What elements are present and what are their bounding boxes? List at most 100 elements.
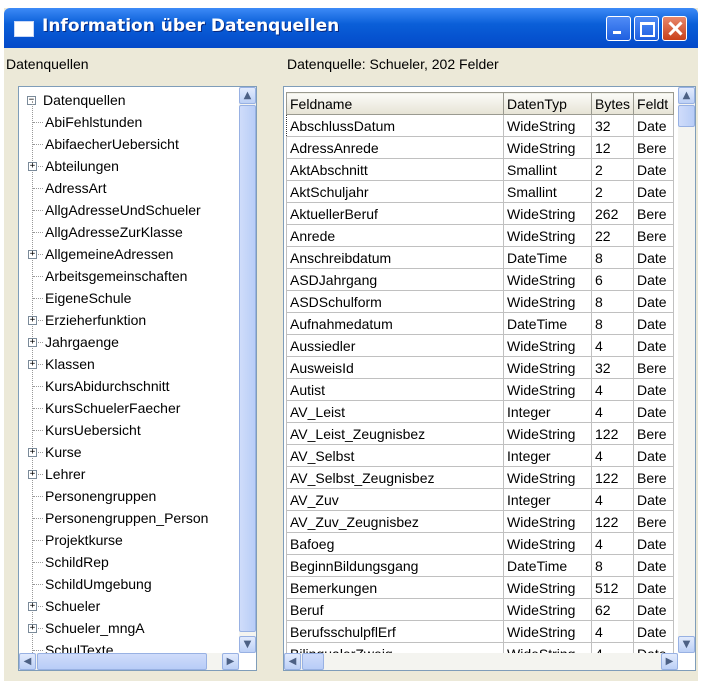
tree-horizontal-scrollbar[interactable]: ◀ ▶ [19,653,239,670]
table-row[interactable]: AV_Leist_Zeugnisbez WideString 122 Bere [286,422,675,445]
table-row[interactable]: Autist WideString 4 Date [286,378,675,401]
cell-feldtyp[interactable]: Date [633,268,675,291]
table-row[interactable]: BerufsschulpflErf WideString 4 Date [286,620,675,643]
cell-bytes[interactable]: 262 [590,202,635,225]
cell-datentyp[interactable]: WideString [503,422,592,445]
cell-datentyp[interactable]: WideString [503,466,592,489]
cell-datentyp[interactable]: Smallint [503,158,592,181]
tree-item[interactable]: Projektkurse [19,529,237,551]
cell-bytes[interactable]: 4 [590,378,635,401]
cell-bytes[interactable]: 8 [590,554,635,577]
table-row[interactable]: Aufnahmedatum DateTime 8 Date [286,312,675,335]
cell-feldname[interactable]: Beruf [286,598,504,621]
cell-feldname[interactable]: Aussiedler [286,334,504,357]
close-button[interactable] [662,16,687,41]
tree-item[interactable]: + AllgemeineAdressen [19,243,237,265]
expand-icon[interactable]: + [28,250,37,259]
table-row[interactable]: Anrede WideString 22 Bere [286,224,675,247]
tree-item[interactable]: KursAbidurchschnitt [19,375,237,397]
cell-feldname[interactable]: AdressAnrede [286,136,504,159]
expand-icon[interactable]: + [28,162,37,171]
tree-vertical-scrollbar[interactable]: ▲ ▼ [239,87,256,653]
tree-item[interactable]: KursSchuelerFaecher [19,397,237,419]
cell-datentyp[interactable]: WideString [503,114,592,137]
cell-datentyp[interactable]: DateTime [503,554,592,577]
cell-datentyp[interactable]: Integer [503,444,592,467]
grid-horizontal-scrollbar[interactable]: ◀ ▶ [284,653,678,670]
cell-datentyp[interactable]: DateTime [503,312,592,335]
grid-scroll-down-button[interactable]: ▼ [678,636,695,653]
cell-datentyp[interactable]: WideString [503,224,592,247]
cell-feldtyp[interactable]: Bere [633,224,675,247]
table-row[interactable]: AV_Zuv Integer 4 Date [286,488,675,511]
cell-bytes[interactable]: 22 [590,224,635,247]
tree-item[interactable]: SchildUmgebung [19,573,237,595]
cell-feldname[interactable]: AktuellerBeruf [286,202,504,225]
cell-feldtyp[interactable]: Bere [633,136,675,159]
tree-item[interactable]: + Schueler_mngA [19,617,237,639]
cell-bytes[interactable]: 12 [590,136,635,159]
column-header-bytes[interactable]: Bytes [590,92,635,115]
cell-datentyp[interactable]: Integer [503,400,592,423]
cell-bytes[interactable]: 4 [590,444,635,467]
minimize-button[interactable] [606,16,631,41]
cell-feldtyp[interactable]: Date [633,620,675,643]
cell-feldname[interactable]: AV_Selbst [286,444,504,467]
cell-datentyp[interactable]: WideString [503,334,592,357]
cell-bytes[interactable]: 4 [590,532,635,555]
cell-datentyp[interactable]: DateTime [503,246,592,269]
cell-bytes[interactable]: 4 [590,334,635,357]
cell-feldname[interactable]: AbschlussDatum [286,114,504,137]
cell-feldtyp[interactable]: Date [633,378,675,401]
cell-datentyp[interactable]: WideString [503,136,592,159]
cell-datentyp[interactable]: WideString [503,202,592,225]
table-row[interactable]: AV_Selbst_Zeugnisbez WideString 122 Bere [286,466,675,489]
cell-feldtyp[interactable]: Date [633,114,675,137]
cell-feldname[interactable]: Anschreibdatum [286,246,504,269]
table-row[interactable]: AktuellerBeruf WideString 262 Bere [286,202,675,225]
cell-bytes[interactable]: 2 [590,158,635,181]
cell-feldname[interactable]: AusweisId [286,356,504,379]
title-bar[interactable]: Information über Datenquellen [4,8,698,48]
table-row[interactable]: AktSchuljahr Smallint 2 Date [286,180,675,203]
cell-feldtyp[interactable]: Date [633,598,675,621]
cell-feldtyp[interactable]: Date [633,290,675,313]
cell-feldtyp[interactable]: Date [633,158,675,181]
table-row[interactable]: Bafoeg WideString 4 Date [286,532,675,555]
cell-bytes[interactable]: 122 [590,510,635,533]
table-row[interactable]: Aussiedler WideString 4 Date [286,334,675,357]
table-row[interactable]: AV_Zuv_Zeugnisbez WideString 122 Bere [286,510,675,533]
cell-datentyp[interactable]: WideString [503,356,592,379]
cell-bytes[interactable]: 4 [590,400,635,423]
tree-item[interactable]: + Jahrgaenge [19,331,237,353]
cell-feldtyp[interactable]: Date [633,576,675,599]
fields-grid[interactable]: Feldname DatenTyp Bytes Feldt AbschlussD… [283,86,696,671]
cell-feldtyp[interactable]: Bere [633,510,675,533]
expand-icon[interactable]: + [28,360,37,369]
cell-bytes[interactable]: 32 [590,356,635,379]
cell-feldtyp[interactable]: Date [633,532,675,555]
cell-feldname[interactable]: AV_Zuv_Zeugnisbez [286,510,504,533]
grid-scroll-thumb[interactable] [678,105,695,127]
cell-bytes[interactable]: 8 [590,246,635,269]
tree-item[interactable]: Arbeitsgemeinschaften [19,265,237,287]
tree-scroll-thumb[interactable] [239,105,256,632]
cell-datentyp[interactable]: Smallint [503,180,592,203]
expand-icon[interactable]: + [28,338,37,347]
table-row[interactable]: AktAbschnitt Smallint 2 Date [286,158,675,181]
cell-feldname[interactable]: AV_Leist_Zeugnisbez [286,422,504,445]
grid-scroll-left-button[interactable]: ◀ [284,653,301,670]
tree-item[interactable]: + Erzieherfunktion [19,309,237,331]
cell-feldtyp[interactable]: Date [633,180,675,203]
tree-hscroll-thumb[interactable] [37,653,207,670]
tree-item[interactable]: + Abteilungen [19,155,237,177]
cell-feldname[interactable]: Autist [286,378,504,401]
grid-scroll-up-button[interactable]: ▲ [678,87,695,104]
cell-feldname[interactable]: BeginnBildungsgang [286,554,504,577]
table-row[interactable]: Beruf WideString 62 Date [286,598,675,621]
cell-datentyp[interactable]: Integer [503,488,592,511]
cell-feldname[interactable]: AV_Leist [286,400,504,423]
cell-feldname[interactable]: BerufsschulpflErf [286,620,504,643]
tree-root[interactable]: − Datenquellen [19,89,237,111]
cell-bytes[interactable]: 122 [590,466,635,489]
